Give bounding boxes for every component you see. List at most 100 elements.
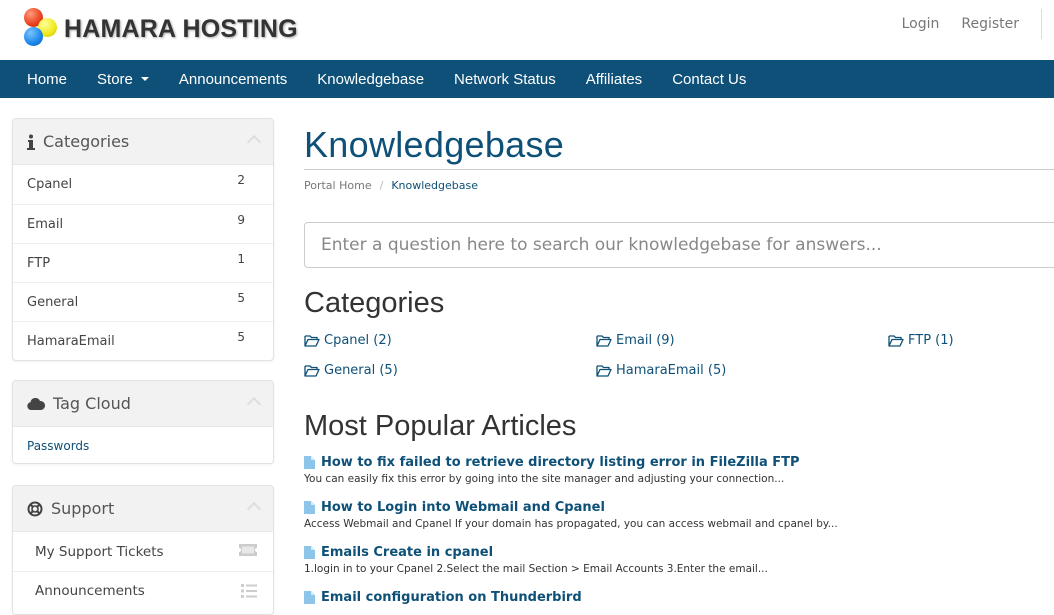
support-label: Announcements xyxy=(35,583,145,599)
nav-label: Store xyxy=(97,70,133,88)
nav-label: Affiliates xyxy=(585,70,643,88)
category-count: 5 xyxy=(237,291,245,305)
kb-category-label: Email (9) xyxy=(616,333,675,348)
article-title: Emails Create in cpanel xyxy=(321,545,494,560)
nav-knowledgebase[interactable]: Knowledgebase xyxy=(302,71,439,88)
categories-heading: Categories xyxy=(304,287,445,319)
tag-list: Passwords xyxy=(13,427,273,463)
article-item: How to Login into Webmail and Cpanel Acc… xyxy=(304,500,1054,530)
document-icon xyxy=(304,591,315,604)
popular-articles-heading: Most Popular Articles xyxy=(304,410,577,442)
kb-category-link[interactable]: FTP (1) xyxy=(888,333,954,348)
brand-name: HAMARA HOSTING xyxy=(64,15,298,43)
category-label: General xyxy=(27,294,79,310)
category-item[interactable]: Email 9 xyxy=(13,204,273,243)
support-label: My Support Tickets xyxy=(35,543,164,560)
chevron-up-icon[interactable] xyxy=(246,501,262,517)
kb-category-label: HamaraEmail (5) xyxy=(616,363,727,378)
title-divider xyxy=(304,169,1054,170)
support-item-announcements[interactable]: Announcements xyxy=(13,571,273,610)
category-label: Cpanel xyxy=(27,177,73,192)
nav-contact-us[interactable]: Contact Us xyxy=(657,71,761,88)
main-navbar: Home Store Announcements Knowledgebase N… xyxy=(0,60,1054,98)
category-count: 9 xyxy=(237,213,245,227)
article-title: How to fix failed to retrieve directory … xyxy=(321,455,800,470)
category-label: HamaraEmail xyxy=(27,333,115,349)
category-item[interactable]: General 5 xyxy=(13,282,273,321)
panel-title: Categories xyxy=(43,132,130,151)
chevron-up-icon[interactable] xyxy=(246,396,262,412)
nav-store[interactable]: Store xyxy=(82,71,164,88)
support-panel: Support My Support Tickets Announcements xyxy=(12,485,274,615)
kb-category-label: Cpanel (2) xyxy=(324,333,392,348)
folder-open-icon xyxy=(888,334,904,347)
kb-category-link[interactable]: HamaraEmail (5) xyxy=(596,363,726,378)
folder-open-icon xyxy=(304,334,320,347)
divider xyxy=(1041,9,1042,39)
folder-open-icon xyxy=(304,364,320,377)
nav-label: Network Status xyxy=(454,70,556,88)
article-link[interactable]: How to fix failed to retrieve directory … xyxy=(304,455,1054,470)
article-title: Email configuration on Thunderbird xyxy=(321,590,582,605)
tag-cloud-panel-header[interactable]: Tag Cloud xyxy=(13,381,273,427)
category-item[interactable]: Cpanel 2 xyxy=(13,165,273,204)
panel-title: Support xyxy=(51,499,115,518)
folder-open-icon xyxy=(596,364,612,377)
breadcrumb-home[interactable]: Portal Home xyxy=(304,179,372,192)
caret-down-icon xyxy=(140,77,149,81)
breadcrumb-separator: / xyxy=(379,179,384,192)
document-icon xyxy=(304,501,315,514)
cloud-icon xyxy=(27,397,45,410)
categories-panel-header[interactable]: Categories xyxy=(13,119,273,165)
categories-panel: Categories Cpanel 2 Email 9 FTP 1 General 5 … xyxy=(12,118,274,361)
folder-open-icon xyxy=(596,334,612,347)
ticket-icon xyxy=(239,544,257,556)
kb-category-link[interactable]: Cpanel (2) xyxy=(304,333,392,348)
article-link[interactable]: Emails Create in cpanel xyxy=(304,545,1054,560)
life-ring-icon xyxy=(27,501,43,516)
nav-network-status[interactable]: Network Status xyxy=(439,71,571,88)
article-description: You can easily fix this error by going i… xyxy=(304,473,785,485)
nav-label: Contact Us xyxy=(672,70,747,88)
category-count: 2 xyxy=(237,173,245,187)
nav-announcements[interactable]: Announcements xyxy=(164,71,302,88)
category-item[interactable]: FTP 1 xyxy=(13,243,273,282)
category-count: 1 xyxy=(237,252,245,266)
article-link[interactable]: How to Login into Webmail and Cpanel xyxy=(304,500,1054,515)
list-icon xyxy=(241,584,257,598)
logo[interactable]: HAMARA HOSTING xyxy=(22,6,322,50)
nav-affiliates[interactable]: Affiliates xyxy=(571,71,657,88)
categories-list: Cpanel 2 Email 9 FTP 1 General 5 HamaraEmail… xyxy=(13,165,273,360)
article-link[interactable]: Email configuration on Thunderbird xyxy=(304,590,1054,605)
chevron-up-icon[interactable] xyxy=(246,134,262,150)
breadcrumb: Portal Home / Knowledgebase xyxy=(304,179,478,192)
kb-category-link[interactable]: General (5) xyxy=(304,363,398,378)
document-icon xyxy=(304,456,315,469)
article-description: Access Webmail and Cpanel If your domain… xyxy=(304,518,838,530)
kb-category-link[interactable]: Email (9) xyxy=(596,333,675,348)
support-panel-header[interactable]: Support xyxy=(13,486,273,532)
site-header: HAMARA HOSTING Login Register xyxy=(0,0,1054,60)
nav-home[interactable]: Home xyxy=(12,71,82,88)
kb-category-label: General (5) xyxy=(324,363,398,378)
category-item[interactable]: HamaraEmail 5 xyxy=(13,321,273,360)
support-list: My Support Tickets Announcements xyxy=(13,532,273,610)
breadcrumb-current: Knowledgebase xyxy=(391,179,479,192)
kb-category-label: FTP (1) xyxy=(908,333,954,348)
info-icon xyxy=(27,134,35,150)
category-label: FTP xyxy=(27,255,51,271)
nav-label: Knowledgebase xyxy=(317,70,425,88)
category-label: Email xyxy=(27,216,64,232)
article-item: How to fix failed to retrieve directory … xyxy=(304,455,1054,485)
tag-link[interactable]: Passwords xyxy=(27,439,89,453)
login-link[interactable]: Login xyxy=(902,16,940,32)
support-item-my-tickets[interactable]: My Support Tickets xyxy=(13,532,273,571)
account-links: Login Register xyxy=(902,0,1054,48)
kb-search-input[interactable] xyxy=(304,222,1054,268)
nav-label: Home xyxy=(27,70,68,88)
article-title: How to Login into Webmail and Cpanel xyxy=(321,500,605,515)
document-icon xyxy=(304,546,315,559)
register-link[interactable]: Register xyxy=(961,16,1019,32)
category-count: 5 xyxy=(237,330,245,344)
article-description: 1.login in to your Cpanel 2.Select the m… xyxy=(304,563,768,575)
